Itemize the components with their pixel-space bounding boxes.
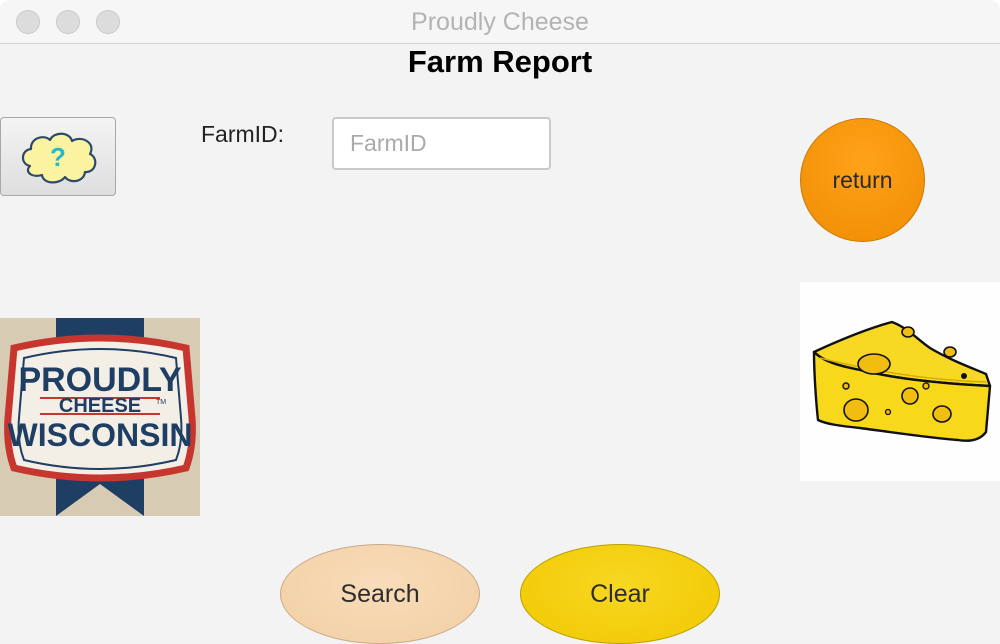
svg-text:TM: TM xyxy=(156,399,166,406)
svg-text:?: ? xyxy=(50,142,66,172)
farm-id-input[interactable] xyxy=(332,117,551,170)
question-cloud-icon: ? xyxy=(21,132,97,183)
app-window: Proudly Cheese Farm Report ? FarmID: ret… xyxy=(0,0,1000,644)
search-button[interactable]: Search xyxy=(280,544,480,644)
page-title: Farm Report xyxy=(407,44,593,79)
window-title: Proudly Cheese xyxy=(411,8,589,36)
proudly-cheese-wisconsin-logo: PROUDLY CHEESE TM WISCONSIN xyxy=(0,318,200,516)
svg-text:PROUDLY: PROUDLY xyxy=(18,361,181,399)
farm-id-label: FarmID: xyxy=(201,121,285,147)
help-button[interactable]: ? xyxy=(0,117,116,196)
svg-text:CHEESE: CHEESE xyxy=(59,395,141,417)
title-bar: Proudly Cheese xyxy=(0,0,1000,44)
clear-button[interactable]: Clear xyxy=(520,544,720,644)
svg-text:WISCONSIN: WISCONSIN xyxy=(8,417,193,453)
return-button[interactable]: return xyxy=(800,118,925,242)
cheese-wedge-image xyxy=(800,282,1000,481)
